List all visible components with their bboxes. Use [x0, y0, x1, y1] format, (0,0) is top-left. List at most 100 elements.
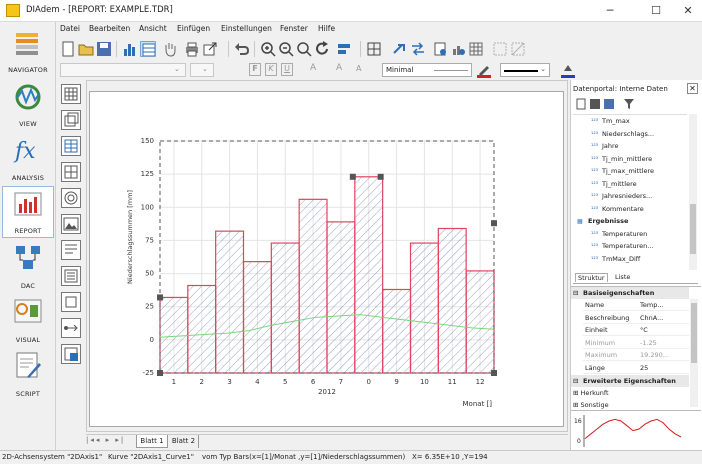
align-icon[interactable] [336, 41, 352, 57]
menu-fenster[interactable]: Fenster [280, 24, 308, 33]
font-color-icon[interactable]: A [310, 63, 316, 73]
nav-visual[interactable]: VISUAL [2, 294, 54, 346]
tree-item[interactable]: ¹²³ Tj_min_mittlere [573, 153, 652, 165]
ungroup-icon[interactable] [510, 41, 526, 57]
tab-blatt-2[interactable]: Blatt 2 [169, 435, 199, 448]
formula-object-icon[interactable] [61, 344, 81, 364]
image-icon[interactable] [61, 214, 81, 234]
nav-script[interactable]: SCRIPT [2, 348, 54, 400]
zoom-out-icon[interactable] [278, 41, 294, 57]
group-icon[interactable] [492, 41, 508, 57]
tree-item[interactable]: ¹²³ Kommentare [573, 203, 644, 215]
filter-icon[interactable] [623, 98, 635, 110]
nav-report[interactable]: REPORT [2, 186, 54, 238]
property-row[interactable]: Name Temp... [583, 299, 689, 311]
tree-item[interactable]: ¹²³ Temperaturen [573, 228, 647, 240]
settings-icon[interactable] [432, 41, 448, 57]
channel-tree[interactable]: ¹²³ Tm_max ¹²³ Niederschlags... ¹²³ Jahre ¹²³ T… [573, 114, 687, 272]
group-extended-props[interactable]: ⊟ Erweiterte Eigenschaften [571, 375, 689, 387]
save-icon[interactable] [589, 98, 601, 110]
chart-settings-icon[interactable] [450, 41, 466, 57]
layers-icon[interactable] [61, 110, 81, 130]
tree-item[interactable]: ¹²³ Tj_max_mittlere [573, 165, 654, 177]
tree-item[interactable]: ¹²³ Niederschlags... [573, 128, 654, 140]
tree-item[interactable]: ¹²³ Jahresnieders... [573, 190, 652, 202]
tree-item[interactable]: ¹²³ Tm_max [573, 115, 630, 127]
tab-liste[interactable]: Liste [615, 273, 630, 281]
sheet-nav-icons[interactable]: |◂◂ ▸ ▸| [86, 436, 136, 448]
font-family-select[interactable] [60, 63, 186, 77]
arrow-object-icon[interactable] [61, 318, 81, 338]
font-size-up-icon[interactable]: A [336, 63, 342, 73]
nav-navigator[interactable]: NAVIGATOR [2, 24, 54, 76]
channel-icon: ¹²³ [591, 205, 599, 213]
menu-ansicht[interactable]: Ansicht [139, 24, 167, 33]
zoom-in-icon[interactable] [260, 41, 276, 57]
open-icon[interactable] [78, 41, 94, 57]
print-icon[interactable] [184, 41, 200, 57]
fill-color-icon[interactable] [560, 62, 576, 78]
nav-dac[interactable]: DAC [2, 240, 54, 292]
tree-item[interactable]: ¹²³ Tj_mittlere [573, 178, 637, 190]
tree-item[interactable]: ▦ Ergebnisse [573, 215, 628, 227]
property-row[interactable]: Minimum -1.25 [583, 337, 689, 349]
status-type: vom Typ Bars(x=[1]/Monat ,y=[1]/Niedersc… [202, 453, 406, 461]
table-object-icon[interactable] [61, 136, 81, 156]
nav-view[interactable]: VIEW [2, 78, 54, 130]
text-object-icon[interactable] [61, 240, 81, 260]
tree-item[interactable]: ¹²³ Temperaturen... [573, 240, 654, 252]
menu-datei[interactable]: Datei [60, 24, 80, 33]
tree-item-label: Tj_min_mittlere [602, 154, 653, 163]
new-icon[interactable] [575, 98, 587, 110]
polar-icon[interactable] [61, 188, 81, 208]
group-basic-props[interactable]: ⊟ Basiseigenschaften [571, 287, 689, 299]
nav-analysis[interactable]: fx ANALYSIS [2, 132, 54, 184]
grid-object-icon[interactable] [61, 84, 81, 104]
export-icon[interactable] [202, 41, 218, 57]
underline-icon[interactable]: U [281, 63, 293, 76]
undo-icon[interactable] [234, 41, 250, 57]
menu-einstellungen[interactable]: Einstellungen [221, 24, 272, 33]
property-row[interactable]: Maximum 19.290... [583, 349, 689, 362]
menu-hilfe[interactable]: Hilfe [318, 24, 335, 33]
2d-axis-chart[interactable]: 0255075100125150-251 2 3 4 5 6 7 0 9 10 11 12Nieder… [90, 92, 565, 428]
link-icon[interactable] [392, 41, 408, 57]
italic-icon[interactable]: K [265, 63, 277, 76]
save-icon[interactable] [96, 41, 112, 57]
property-row[interactable]: Beschreibung ChnA... [583, 312, 689, 324]
menu-bearbeiten[interactable]: Bearbeiten [89, 24, 130, 33]
report-page[interactable]: 0 25 50 75 100 125 150 -25 1 2 3 4 5 6 7 0 9 10 11 12 Nieder… [89, 91, 564, 427]
props-scrollbar[interactable] [690, 299, 698, 407]
frame-object-icon[interactable] [61, 292, 81, 312]
menu-einfuegen[interactable]: Einfügen [177, 24, 210, 33]
font-size-down-icon[interactable]: A [356, 64, 361, 73]
grid-icon[interactable] [468, 41, 484, 57]
axis-grid-icon[interactable] [61, 162, 81, 182]
transfer-icon[interactable] [410, 41, 426, 57]
bold-icon[interactable]: F [249, 63, 261, 76]
line-color-icon[interactable] [476, 62, 492, 78]
refresh-icon[interactable] [314, 41, 330, 57]
save-all-icon[interactable] [603, 98, 615, 110]
list-object-icon[interactable] [61, 266, 81, 286]
tab-blatt-1[interactable]: Blatt 1 [136, 435, 168, 448]
tree-item[interactable]: ¹²³ TmMax_Diff [573, 253, 640, 265]
zoom-fit-icon[interactable] [296, 41, 312, 57]
tree-item-label: TmMax_Diff [602, 254, 641, 263]
property-row[interactable]: Länge 25 [583, 362, 689, 374]
tree-item[interactable]: ¹²³ Jahre [573, 140, 619, 152]
tree-scrollbar[interactable] [689, 114, 697, 270]
close-icon[interactable]: ✕ [687, 83, 698, 94]
tab-struktur[interactable]: Struktur [575, 273, 608, 282]
property-row[interactable]: Einheit °C [583, 324, 689, 337]
new-icon[interactable] [60, 41, 76, 57]
prop-herkunft[interactable]: ⊞ Herkunft [571, 387, 677, 399]
hand-icon[interactable] [162, 41, 178, 57]
minimize-icon[interactable]: ─ [594, 2, 626, 20]
bar-chart-icon[interactable] [122, 41, 138, 57]
layout-icon[interactable] [366, 41, 382, 57]
close-icon[interactable]: ✕ [672, 2, 702, 20]
maximize-icon[interactable]: ☐ [640, 2, 672, 20]
table-icon[interactable] [140, 41, 156, 57]
line-width-select[interactable]: ⌄ [500, 63, 550, 77]
